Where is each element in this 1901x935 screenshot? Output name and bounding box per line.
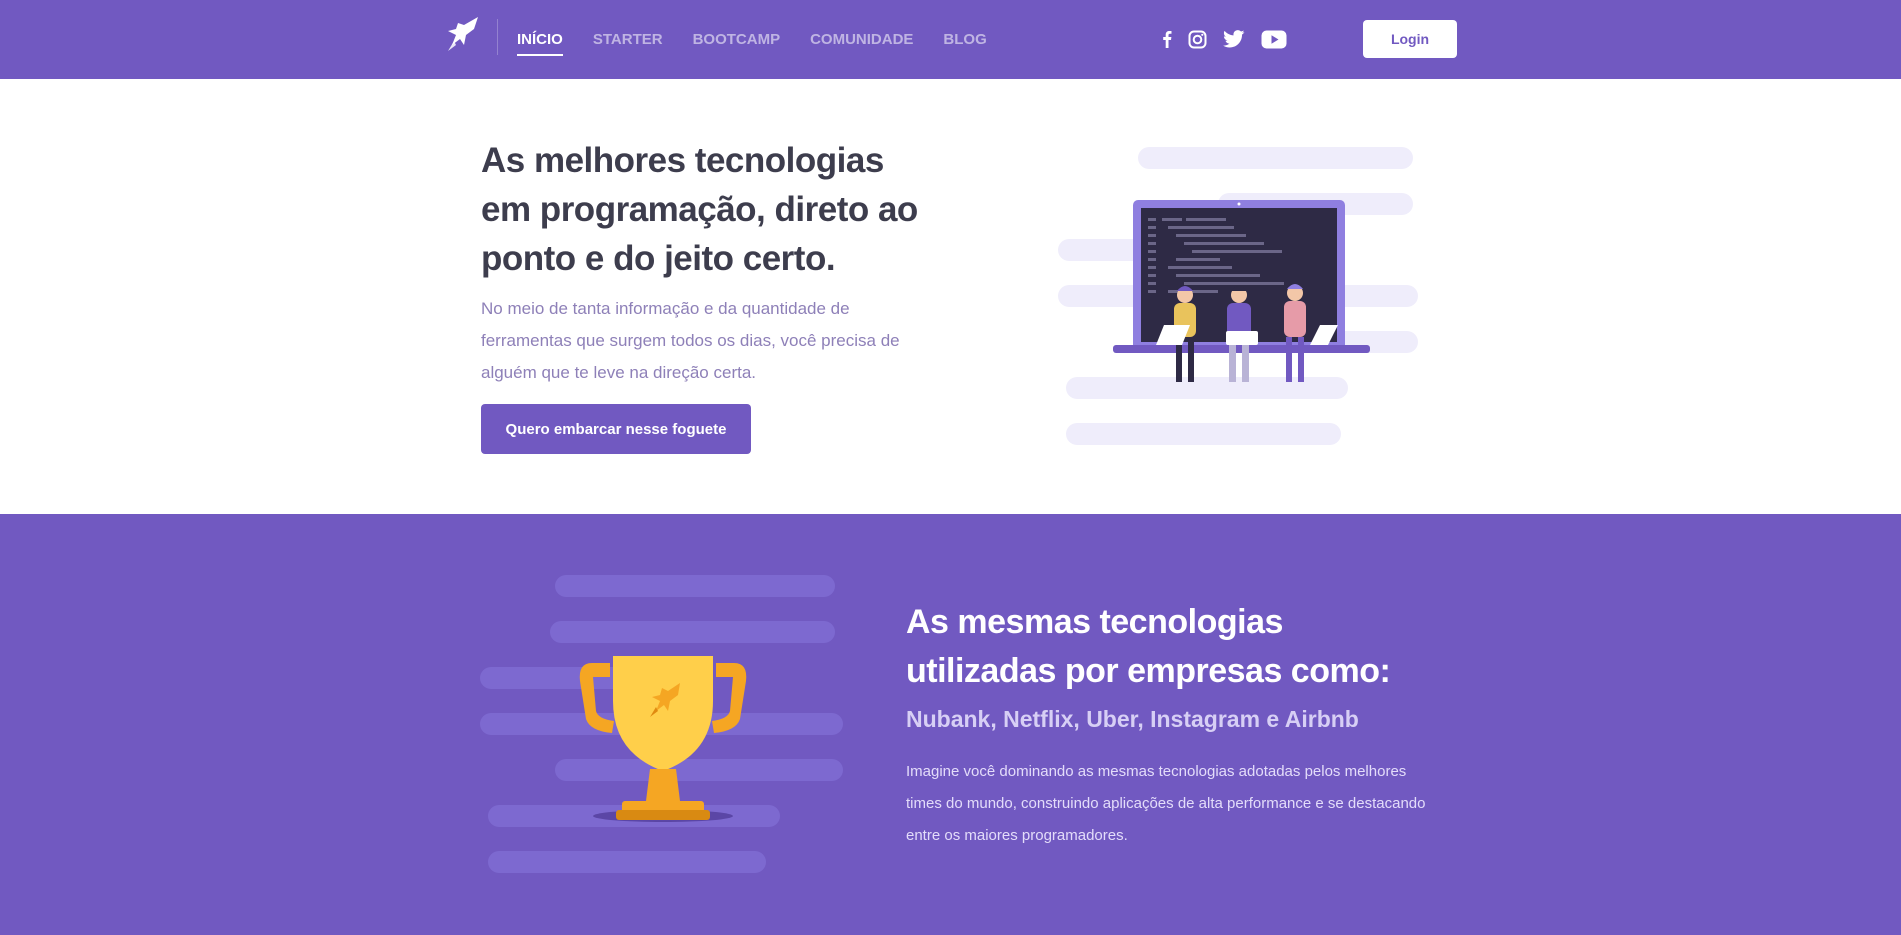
nav-item-comunidade[interactable]: COMUNIDADE	[810, 27, 913, 52]
twitter-icon[interactable]	[1223, 26, 1245, 52]
top-header: INÍCIO STARTER BOOTCAMP COMUNIDADE BLOG …	[0, 0, 1901, 79]
logo-divider	[497, 19, 498, 55]
nav-item-bootcamp[interactable]: BOOTCAMP	[693, 27, 781, 52]
social-links	[1162, 26, 1287, 52]
login-button[interactable]: Login	[1363, 20, 1457, 58]
developers-laptop-illustration	[1058, 147, 1418, 445]
companies-list: Nubank, Netflix, Uber, Instagram e Airbn…	[906, 706, 1359, 732]
main-nav: INÍCIO STARTER BOOTCAMP COMUNIDADE BLOG	[517, 0, 987, 79]
nav-item-starter[interactable]: STARTER	[593, 27, 663, 52]
cta-button[interactable]: Quero embarcar nesse foguete	[481, 404, 751, 454]
companies-section: As mesmas tecnologias utilizadas por emp…	[0, 514, 1901, 935]
facebook-icon[interactable]	[1162, 26, 1172, 52]
hero-description: No meio de tanta informação e da quantid…	[481, 299, 900, 382]
instagram-icon[interactable]	[1188, 26, 1207, 52]
nav-item-blog[interactable]: BLOG	[943, 27, 986, 52]
trophy-illustration	[480, 575, 843, 873]
nav-item-inicio[interactable]: INÍCIO	[517, 27, 563, 56]
youtube-icon[interactable]	[1261, 26, 1287, 52]
companies-description: Imagine você dominando as mesmas tecnolo…	[906, 763, 1426, 844]
hero-title: As melhores tecnologias em programação, …	[481, 141, 918, 278]
companies-title: As mesmas tecnologias utilizadas por emp…	[906, 603, 1391, 690]
rocket-icon[interactable]	[444, 15, 480, 55]
